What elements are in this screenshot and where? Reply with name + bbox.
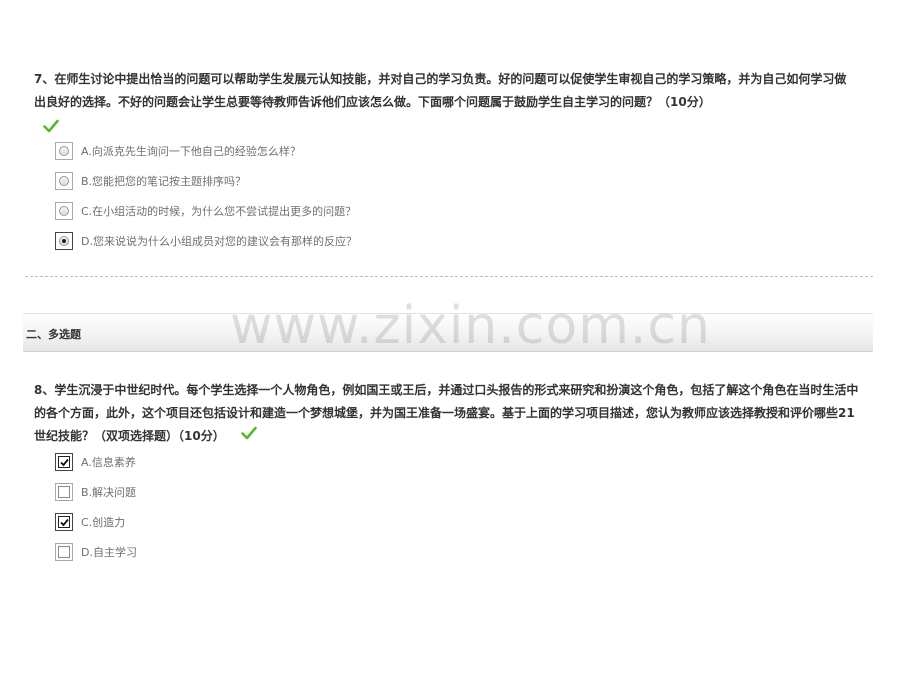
correct-check-icon: [241, 425, 257, 448]
checkbox[interactable]: [55, 483, 73, 501]
radio-button-selected[interactable]: [55, 232, 73, 250]
q7-option-a[interactable]: A.向派克先生询问一下他自己的经验怎么样？: [55, 141, 301, 161]
radio-button[interactable]: [55, 142, 73, 160]
dashed-divider: [25, 276, 873, 277]
q8-option-d[interactable]: D.自主学习: [55, 542, 137, 562]
q8-option-a[interactable]: A.信息素养: [55, 452, 136, 472]
checkbox-checked[interactable]: [55, 453, 73, 471]
option-label: A.向派克先生询问一下他自己的经验怎么样？: [81, 145, 301, 158]
q8-option-b[interactable]: B.解决问题: [55, 482, 136, 502]
option-label: D.自主学习: [81, 546, 137, 559]
checkbox-checked[interactable]: [55, 513, 73, 531]
checkbox[interactable]: [55, 543, 73, 561]
question-8-text: 8、学生沉浸于中世纪时代。每个学生选择一个人物角色，例如国王或王后，并通过口头报…: [34, 379, 860, 448]
option-label: D.您来说说为什么小组成员对您的建议会有那样的反应？: [81, 235, 357, 248]
question-7-text: 7、在师生讨论中提出恰当的问题可以帮助学生发展元认知技能，并对自己的学习负责。好…: [34, 72, 847, 109]
watermark: www.zixin.com.cn: [230, 296, 711, 356]
question-8-body: 8、学生沉浸于中世纪时代。每个学生选择一个人物角色，例如国王或王后，并通过口头报…: [34, 383, 859, 443]
radio-button[interactable]: [55, 172, 73, 190]
option-label: A.信息素养: [81, 456, 136, 469]
q7-option-d[interactable]: D.您来说说为什么小组成员对您的建议会有那样的反应？: [55, 231, 357, 251]
q7-option-b[interactable]: B.您能把您的笔记按主题排序吗？: [55, 171, 246, 191]
correct-check-icon: [43, 118, 59, 137]
radio-button[interactable]: [55, 202, 73, 220]
option-label: C.创造力: [81, 516, 126, 529]
option-label: B.您能把您的笔记按主题排序吗？: [81, 175, 247, 188]
q7-option-c[interactable]: C.在小组活动的时候，为什么您不尝试提出更多的问题？: [55, 201, 356, 221]
option-label: B.解决问题: [81, 486, 137, 499]
section-title: 二、多选题: [26, 328, 81, 341]
option-label: C.在小组活动的时候，为什么您不尝试提出更多的问题？: [81, 205, 357, 218]
q8-option-c[interactable]: C.创造力: [55, 512, 125, 532]
